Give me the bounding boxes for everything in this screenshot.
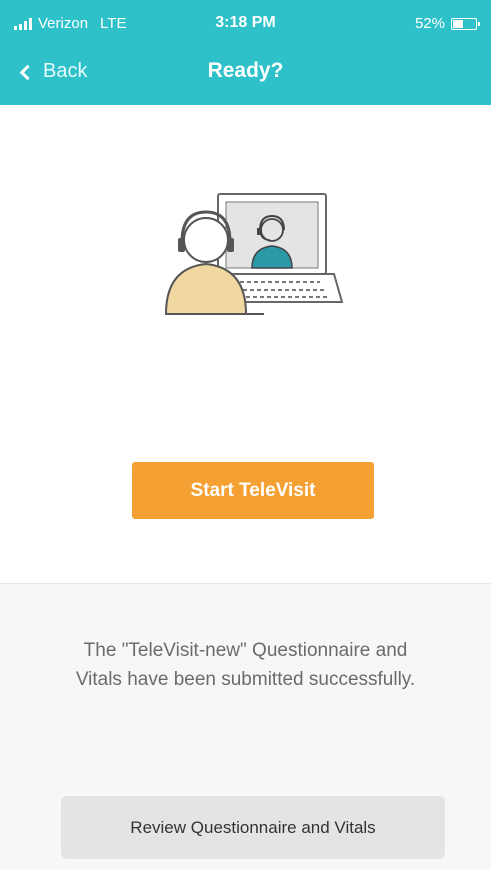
nav-bar: Back Ready?	[0, 46, 491, 104]
submitted-message: The "TeleVisit-new" Questionnaire and Vi…	[75, 640, 416, 690]
battery-icon	[451, 17, 480, 30]
status-right: 52%	[414, 15, 480, 32]
start-televisit-button[interactable]: Start TeleVisit	[132, 462, 374, 519]
screen: Verizon LTE 3:18 PM 52% Back Ready? Star…	[0, 0, 491, 869]
status-bar: Verizon LTE 3:18 PM 52%	[0, 0, 491, 46]
review-questionnaire-button[interactable]: Review Questionnaire and Vitals	[61, 796, 445, 859]
battery-percent: 52%	[414, 15, 445, 32]
page-title: Ready?	[207, 59, 284, 82]
header: Verizon LTE 3:18 PM 52% Back Ready?	[0, 0, 491, 105]
televisit-illustration-icon	[164, 193, 344, 315]
bottom-panel: The "TeleVisit-new" Questionnaire and Vi…	[0, 583, 491, 869]
